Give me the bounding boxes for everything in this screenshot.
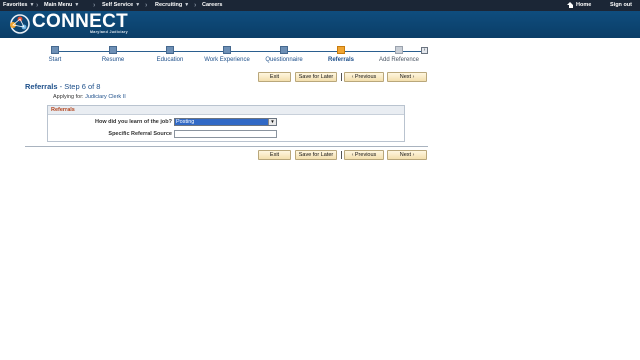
header-banner: CONNECT Maryland Judiciary (0, 11, 640, 38)
separator-icon: › (145, 2, 148, 9)
separator-icon: › (194, 2, 197, 9)
previous-label: Previous (354, 152, 377, 158)
applying-for: Applying for: Judiciary Clerk II (53, 94, 126, 100)
chevron-left-icon: ‹ (351, 74, 354, 80)
main-menu[interactable]: Main Menu ▼ (44, 2, 79, 8)
page-title: Referrals - Step 6 of 8 (25, 82, 100, 91)
step-label: Education (156, 57, 184, 63)
applying-for-label: Applying for: (53, 94, 84, 100)
step-marker (166, 46, 174, 54)
divider (341, 73, 342, 81)
home-label: Home (576, 2, 592, 8)
exit-button[interactable]: Exit (258, 72, 291, 82)
step-marker (223, 46, 231, 54)
careers-label: Careers (202, 2, 223, 8)
group-title: Referrals (48, 106, 404, 115)
chevron-right-icon: › (412, 74, 415, 80)
step-count: - Step 6 of 8 (57, 82, 101, 91)
step-marker (280, 46, 288, 54)
chevron-down-icon: ▼ (74, 2, 80, 8)
chevron-right-icon: › (412, 152, 415, 158)
careers-link[interactable]: Careers (202, 2, 223, 8)
bottom-button-row: Exit Save for Later ‹ Previous Next › (258, 150, 428, 160)
sign-out-link[interactable]: Sign out (610, 2, 632, 8)
step-label: Work Experience (204, 57, 250, 63)
chevron-down-icon[interactable]: ▼ (268, 119, 276, 125)
step-label: Resume (101, 57, 125, 63)
referrals-group: Referrals How did you learn of the job? … (47, 105, 405, 142)
chevron-down-icon: ▼ (135, 2, 141, 8)
chevron-down-icon: ▼ (29, 2, 35, 8)
next-label: Next (399, 152, 412, 158)
step-marker (109, 46, 117, 54)
favorites-menu[interactable]: Favorites ▼ (3, 2, 34, 8)
sign-out-label: Sign out (610, 2, 632, 8)
divider (25, 146, 428, 147)
next-label: Next (399, 74, 412, 80)
previous-button[interactable]: ‹ Previous (344, 150, 384, 160)
how-learned-select[interactable]: Posting ▼ (174, 118, 277, 126)
recruiting-label: Recruiting (155, 2, 183, 8)
self-service-menu[interactable]: Self Service ▼ (102, 2, 140, 8)
step-marker (51, 46, 59, 54)
self-service-label: Self Service (102, 2, 134, 8)
divider (341, 151, 342, 159)
top-nav-bar: Favorites ▼ › Main Menu ▼ › Self Service… (0, 0, 640, 11)
separator-icon: › (36, 2, 39, 9)
main-menu-label: Main Menu (44, 2, 73, 8)
chevron-left-icon: ‹ (351, 152, 354, 158)
job-title-link[interactable]: Judiciary Clerk II (85, 94, 126, 100)
how-learned-label: How did you learn of the job? (95, 119, 172, 125)
next-button[interactable]: Next › (387, 150, 427, 160)
brand-subtitle: Maryland Judiciary (90, 30, 128, 34)
home-link[interactable]: Home (567, 2, 591, 8)
next-button[interactable]: Next › (387, 72, 427, 82)
page-title-text: Referrals (25, 82, 58, 91)
step-marker-active (337, 46, 345, 54)
favorites-label: Favorites (3, 2, 28, 8)
step-label: Questionnaire (265, 57, 303, 63)
specific-source-input[interactable] (174, 130, 277, 138)
step-label: Referrals (327, 57, 354, 63)
step-label: Add Reference (378, 57, 420, 63)
exit-button[interactable]: Exit (258, 150, 291, 160)
home-icon (567, 2, 574, 8)
more-steps-icon[interactable]: › (421, 47, 428, 54)
save-for-later-button[interactable]: Save for Later (295, 72, 337, 82)
step-label: Start (48, 57, 62, 63)
top-button-row: Exit Save for Later ‹ Previous Next › (258, 72, 428, 82)
separator-icon: › (93, 2, 96, 9)
save-for-later-button[interactable]: Save for Later (295, 150, 337, 160)
specific-source-label: Specific Referral Source (108, 131, 172, 137)
chevron-down-icon: ▼ (184, 2, 190, 8)
how-learned-value: Posting (175, 119, 268, 125)
step-marker (395, 46, 403, 54)
previous-label: Previous (354, 74, 377, 80)
previous-button[interactable]: ‹ Previous (344, 72, 384, 82)
recruiting-menu[interactable]: Recruiting ▼ (155, 2, 189, 8)
